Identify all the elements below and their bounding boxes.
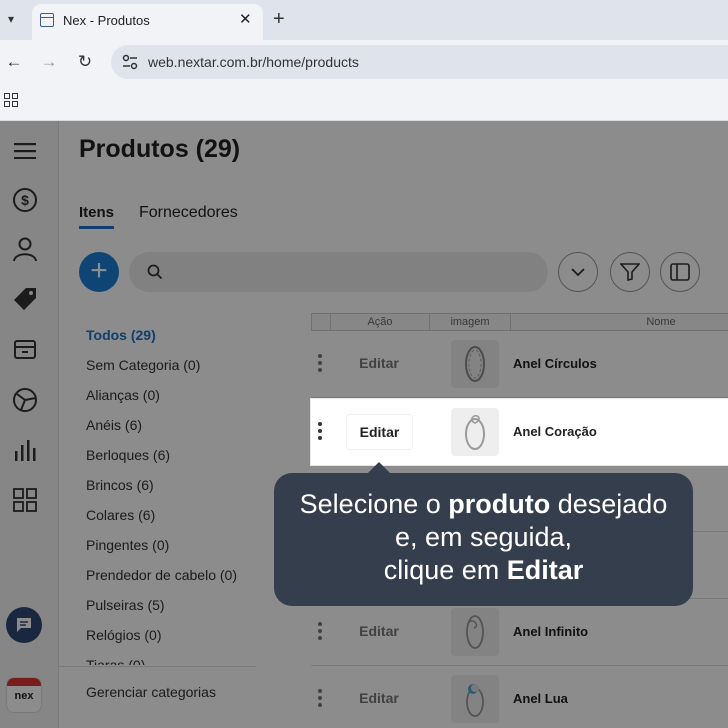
tooltip-line-3: clique em Editar	[383, 555, 584, 585]
more-options-icon[interactable]	[317, 421, 323, 443]
tooltip-line-1: Selecione o produto desejado	[299, 489, 668, 519]
new-tab-icon[interactable]: +	[273, 7, 285, 31]
product-image	[451, 408, 499, 456]
favicon-icon	[40, 13, 54, 27]
overlay-top	[0, 121, 728, 399]
forward-icon[interactable]: →	[37, 50, 61, 74]
browser-tab[interactable]: Nex - Produtos ✕	[32, 4, 263, 40]
browser-tab-bar: ▾ Nex - Produtos ✕ +	[0, 0, 728, 40]
edit-button[interactable]: Editar	[347, 415, 412, 449]
tutorial-tooltip: Selecione o produto desejado e, em segui…	[274, 473, 693, 606]
overlay-left	[0, 399, 311, 465]
tooltip-line-2: e, em seguida,	[394, 522, 573, 552]
back-icon[interactable]: ←	[2, 50, 26, 74]
bookmarks-bar	[0, 84, 728, 121]
close-tab-icon[interactable]: ✕	[239, 9, 252, 31]
tab-title: Nex - Produtos	[63, 13, 150, 28]
browser-toolbar: ← → ↻ web.nextar.com.br/home/products	[0, 40, 728, 84]
apps-icon[interactable]	[4, 93, 18, 107]
address-bar[interactable]: web.nextar.com.br/home/products	[111, 45, 728, 79]
table-row-selected[interactable]: Editar Anel Coração	[311, 399, 728, 465]
site-info-icon[interactable]	[121, 53, 139, 71]
url-text: web.nextar.com.br/home/products	[148, 54, 359, 70]
product-name: Anel Coração	[513, 424, 597, 439]
reload-icon[interactable]: ↻	[73, 50, 97, 74]
tab-search-icon[interactable]: ▾	[2, 8, 20, 30]
